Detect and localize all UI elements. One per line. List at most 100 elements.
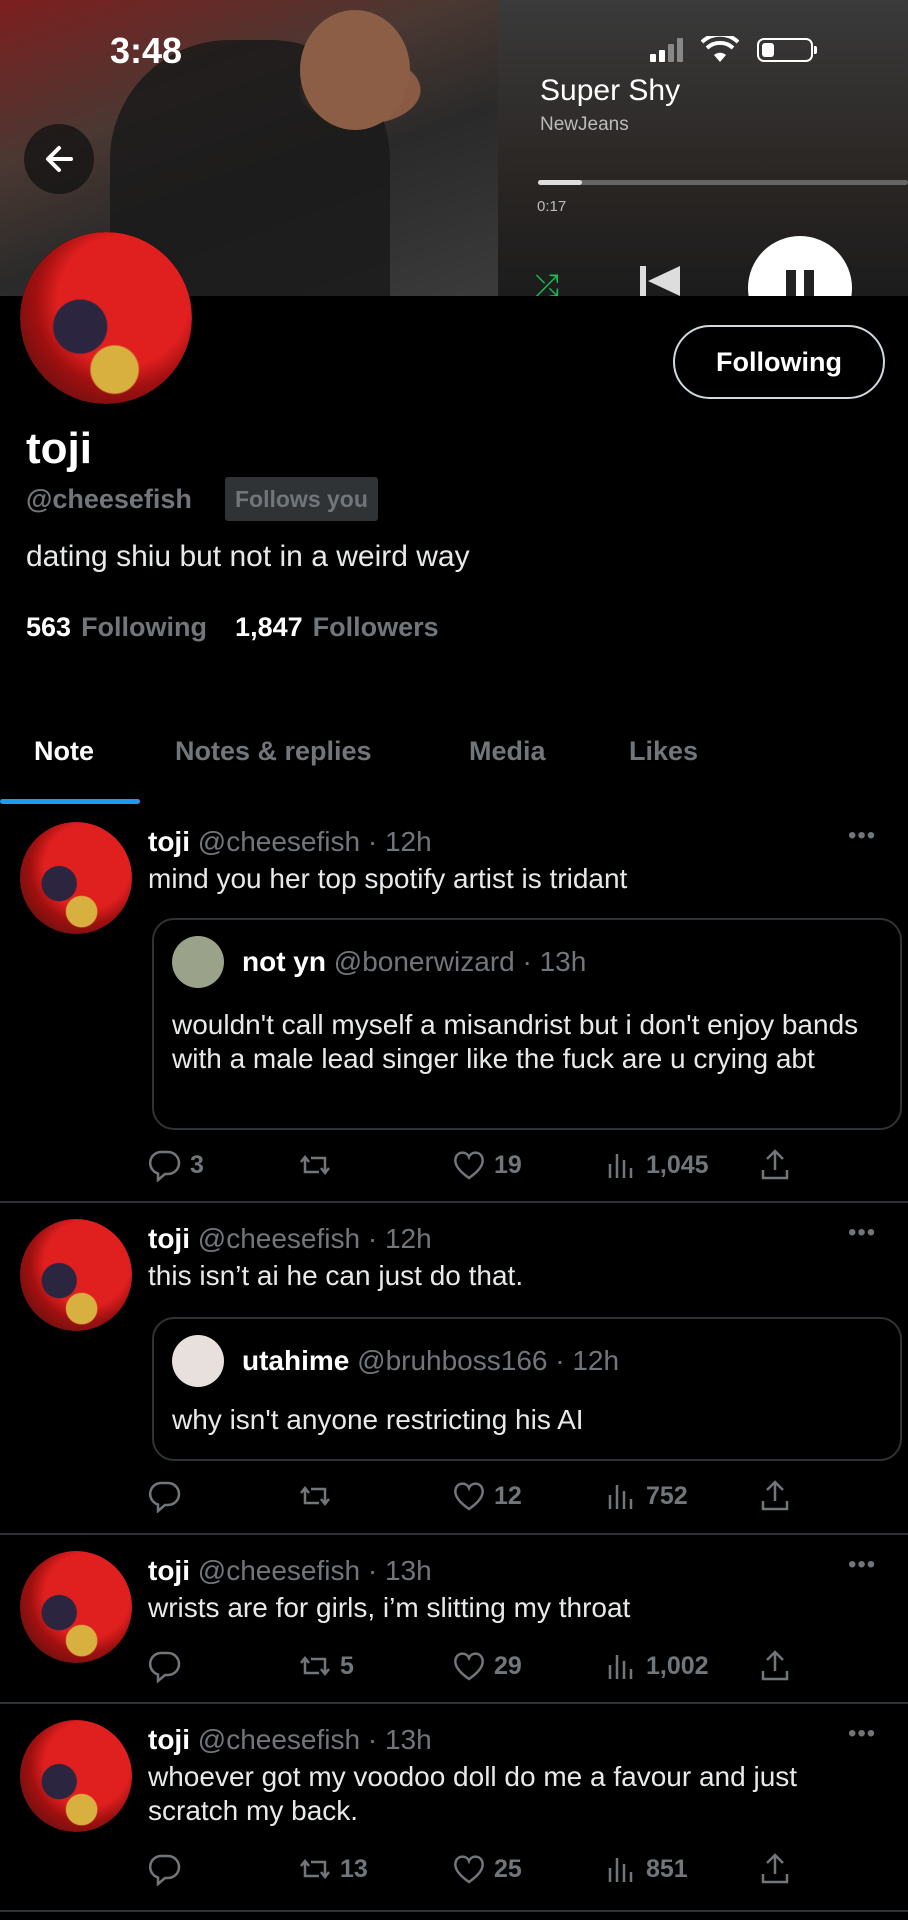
tweet-text: whoever got my voodoo doll do me a favou… bbox=[148, 1761, 798, 1826]
views-button[interactable]: 851 bbox=[604, 1852, 688, 1886]
retweet-button[interactable] bbox=[298, 1479, 340, 1513]
heart-icon bbox=[454, 1151, 484, 1180]
tweet-actions: 5 29 1,002 bbox=[148, 1649, 798, 1689]
song-title: Super Shy bbox=[540, 74, 681, 107]
active-tab-indicator bbox=[0, 799, 140, 804]
following-button[interactable]: Following bbox=[673, 325, 885, 399]
views-icon bbox=[608, 1655, 633, 1679]
reply-icon bbox=[148, 1481, 181, 1513]
more-icon[interactable]: ••• bbox=[848, 1551, 876, 1579]
retweet-icon bbox=[300, 1485, 330, 1507]
views-icon bbox=[608, 1154, 633, 1178]
heart-icon bbox=[454, 1652, 484, 1681]
views-button[interactable]: 1,045 bbox=[604, 1148, 709, 1182]
tweet[interactable]: toji @cheesefish · 12h ••• mind you her … bbox=[0, 806, 908, 1203]
retweet-icon bbox=[300, 1655, 330, 1677]
tweet-actions: 12 752 bbox=[148, 1479, 798, 1519]
reply-icon bbox=[148, 1854, 181, 1886]
shuffle-icon: ⤮ bbox=[535, 270, 559, 296]
like-button[interactable]: 19 bbox=[452, 1148, 522, 1182]
quote-header: utahime @bruhboss166 · 12h bbox=[242, 1345, 620, 1376]
retweet-button[interactable] bbox=[298, 1148, 340, 1182]
wifi-icon bbox=[701, 36, 739, 62]
tab-likes[interactable]: Likes bbox=[629, 736, 698, 767]
tweet-text: mind you her top spotify artist is trida… bbox=[148, 863, 628, 894]
tweet-avatar[interactable] bbox=[20, 1219, 132, 1331]
quote-avatar bbox=[172, 1335, 224, 1387]
quoted-tweet[interactable]: utahime @bruhboss166 · 12h why isn't any… bbox=[152, 1317, 902, 1461]
views-icon bbox=[608, 1485, 633, 1509]
profile-handle: @cheesefish bbox=[26, 484, 192, 514]
heart-icon bbox=[454, 1855, 484, 1884]
tweet[interactable]: toji @cheesefish · 13h ••• wrists are fo… bbox=[0, 1535, 908, 1704]
tweet-header: toji @cheesefish · 13h bbox=[148, 1555, 432, 1586]
reply-button[interactable] bbox=[148, 1852, 190, 1886]
previous-icon bbox=[640, 266, 680, 296]
like-button[interactable]: 12 bbox=[452, 1479, 522, 1513]
quote-text: wouldn't call myself a misandrist but i … bbox=[172, 1009, 859, 1074]
heart-icon bbox=[454, 1482, 484, 1511]
signal-icon bbox=[650, 38, 683, 62]
share-button[interactable] bbox=[758, 1479, 792, 1513]
retweet-icon bbox=[300, 1154, 330, 1176]
following-stat[interactable]: 563 Following bbox=[26, 612, 207, 643]
quoted-tweet[interactable]: not yn @bonerwizard · 13h wouldn't call … bbox=[152, 918, 902, 1130]
tweet-header: toji @cheesefish · 12h bbox=[148, 1223, 432, 1254]
follows-you-badge: Follows you bbox=[225, 477, 378, 521]
reply-button[interactable]: 3 bbox=[148, 1148, 204, 1182]
more-icon[interactable]: ••• bbox=[848, 822, 876, 850]
status-icons bbox=[650, 36, 817, 64]
song-artist: NewJeans bbox=[540, 114, 629, 135]
more-icon[interactable]: ••• bbox=[848, 1720, 876, 1748]
tweet[interactable]: toji @cheesefish · 13h ••• whoever got m… bbox=[0, 1704, 908, 1912]
views-button[interactable]: 1,002 bbox=[604, 1649, 709, 1683]
reply-icon bbox=[148, 1150, 181, 1182]
profile-tabs: Note Notes & replies Media Likes bbox=[0, 720, 908, 804]
tab-notes-replies[interactable]: Notes & replies bbox=[175, 736, 372, 767]
reply-button[interactable] bbox=[148, 1479, 190, 1513]
tweet[interactable]: toji @cheesefish · 12h ••• this isn’t ai… bbox=[0, 1203, 908, 1535]
arrow-left-icon bbox=[46, 146, 73, 172]
quote-avatar bbox=[172, 936, 224, 988]
tweet-header: toji @cheesefish · 13h bbox=[148, 1724, 432, 1755]
profile-stats: 563 Following 1,847 Followers bbox=[26, 612, 439, 643]
tweet-avatar[interactable] bbox=[20, 1551, 132, 1663]
back-button[interactable] bbox=[24, 124, 94, 194]
tab-note[interactable]: Note bbox=[34, 736, 94, 767]
share-button[interactable] bbox=[758, 1852, 792, 1886]
reply-button[interactable] bbox=[148, 1649, 190, 1683]
like-button[interactable]: 25 bbox=[452, 1852, 522, 1886]
retweet-icon bbox=[300, 1858, 330, 1880]
profile-name: toji bbox=[26, 424, 92, 473]
tweet-text: wrists are for girls, i’m slitting my th… bbox=[148, 1592, 631, 1623]
reply-icon bbox=[148, 1651, 181, 1683]
tweet-avatar[interactable] bbox=[20, 1720, 132, 1832]
share-icon bbox=[761, 1149, 789, 1180]
share-button[interactable] bbox=[758, 1148, 792, 1182]
quote-text: why isn't anyone restricting his AI bbox=[172, 1404, 584, 1435]
like-button[interactable]: 29 bbox=[452, 1649, 522, 1683]
profile-bio: dating shiu but not in a weird way bbox=[26, 540, 470, 573]
share-button[interactable] bbox=[758, 1649, 792, 1683]
song-elapsed: 0:17 bbox=[537, 198, 567, 215]
followers-stat[interactable]: 1,847 Followers bbox=[235, 612, 439, 643]
tweet-actions: 3 19 1,045 bbox=[148, 1148, 798, 1188]
tweet-text: this isn’t ai he can just do that. bbox=[148, 1260, 524, 1291]
tweet-header: toji @cheesefish · 12h bbox=[148, 826, 432, 857]
share-icon bbox=[761, 1650, 789, 1681]
battery-icon bbox=[757, 38, 817, 62]
profile-avatar[interactable] bbox=[20, 232, 192, 404]
tweet-actions: 13 25 851 bbox=[148, 1852, 798, 1892]
tweet-avatar[interactable] bbox=[20, 822, 132, 934]
share-icon bbox=[761, 1853, 789, 1884]
more-icon[interactable]: ••• bbox=[848, 1219, 876, 1247]
tab-media[interactable]: Media bbox=[469, 736, 546, 767]
song-progress-bar bbox=[538, 180, 908, 185]
retweet-button[interactable]: 5 bbox=[298, 1649, 354, 1683]
views-icon bbox=[608, 1858, 633, 1882]
retweet-button[interactable]: 13 bbox=[298, 1852, 368, 1886]
share-icon bbox=[761, 1480, 789, 1511]
status-time: 3:48 bbox=[110, 30, 183, 71]
quote-header: not yn @bonerwizard · 13h bbox=[242, 946, 587, 977]
views-button[interactable]: 752 bbox=[604, 1479, 688, 1513]
